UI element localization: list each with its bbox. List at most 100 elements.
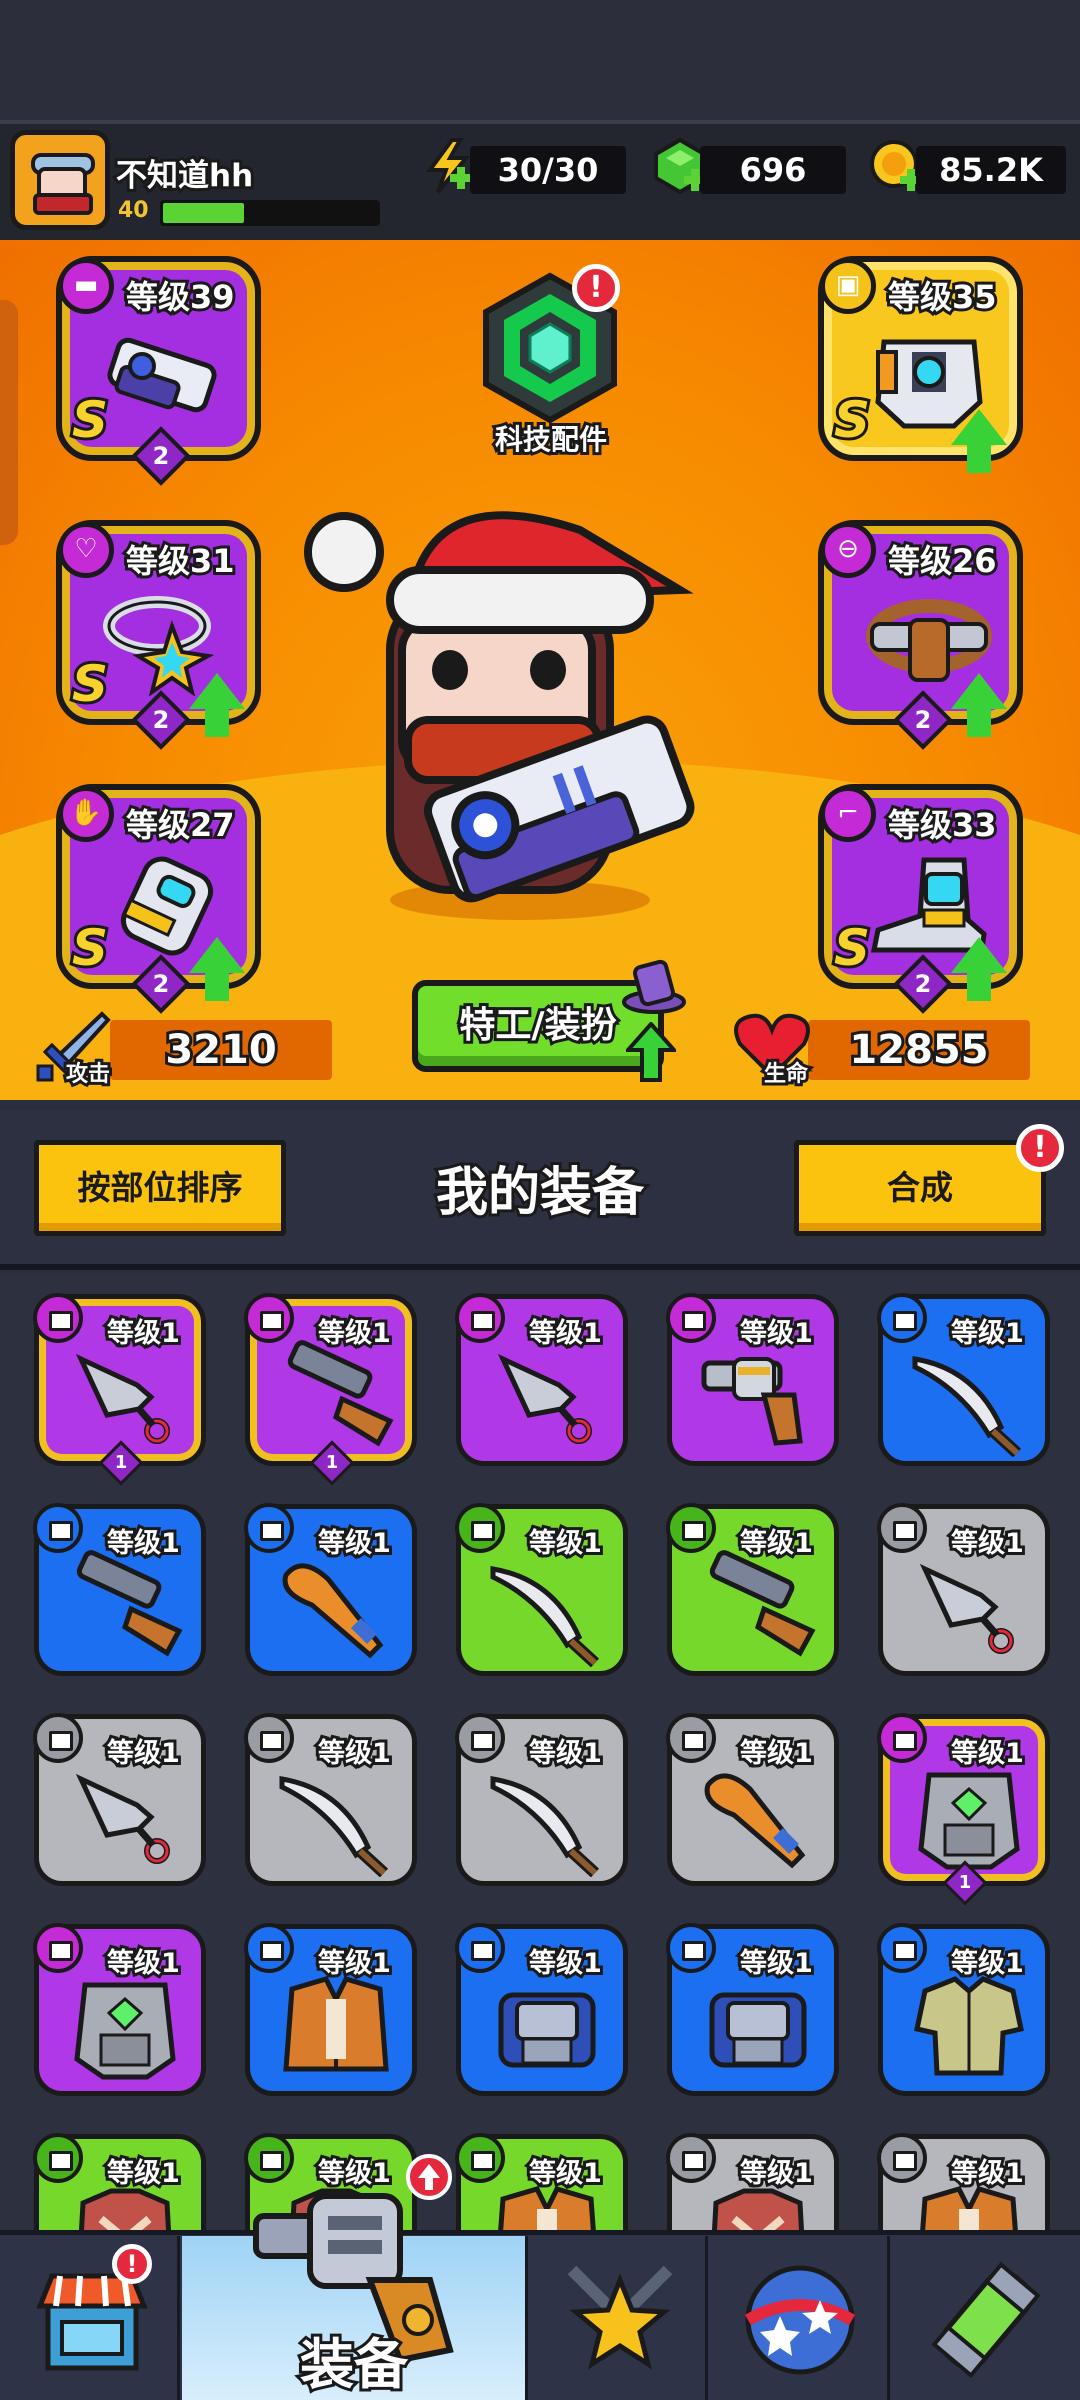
hero-character[interactable] — [290, 470, 730, 930]
machete-icon — [912, 1356, 1022, 1457]
slot-boots[interactable]: ⌐ 等级33 S 2 — [818, 784, 1023, 1014]
energy-value[interactable]: 30/30 — [470, 146, 626, 194]
item-category-icon — [244, 1293, 294, 1343]
merge-button[interactable]: 合成 — [794, 1140, 1046, 1236]
slot-level: 等级31 — [123, 539, 238, 583]
item-category-icon — [666, 2133, 716, 2183]
inventory-item[interactable]: 等级1 — [666, 1293, 839, 1466]
inventory-item[interactable]: 等级1 — [244, 1923, 417, 2096]
ball-icon — [745, 2265, 855, 2375]
inventory-item[interactable]: 等级1 — [244, 1503, 417, 1676]
item-star-count: 1 — [325, 1452, 339, 1473]
slot-level: 等级27 — [123, 803, 238, 847]
slot-glove[interactable]: ✋ 等级27 S 2 — [56, 784, 261, 1014]
item-star-count: 1 — [958, 1872, 972, 1893]
attack-value: 3210 — [110, 1020, 332, 1080]
shirt-icon — [914, 1976, 1024, 2076]
nav-shop[interactable] — [0, 2236, 180, 2400]
sort-by-slot-button[interactable]: 按部位排序 — [34, 1140, 286, 1236]
inventory-title: 我的装备 — [433, 1160, 647, 1226]
rank-letter: S — [69, 652, 111, 716]
tunic-icon — [78, 2188, 172, 2230]
item-category-icon — [666, 1293, 716, 1343]
slot-necklace[interactable]: ♡ 等级31 S 2 — [56, 520, 261, 750]
kunai-icon — [75, 1353, 170, 1444]
item-category-icon — [244, 1503, 294, 1553]
inventory-grid: 等级1 1 等级1 1 等级1 等级1 等级1 等级1 等级1 等级1 等级1 等级1 等级1 等级1 等级… — [0, 1276, 1080, 2230]
nav-lab[interactable] — [892, 2236, 1080, 2400]
inventory-item[interactable]: 等级1 — [666, 1923, 839, 2096]
inventory-item[interactable]: 等级1 — [33, 1923, 206, 2096]
item-category-icon — [33, 1923, 83, 1973]
boot-category-icon: ⌐ — [820, 786, 876, 842]
side-drawer-tab[interactable] — [0, 300, 18, 545]
coin-value[interactable]: 85.2K — [916, 146, 1066, 194]
nav-battle[interactable] — [528, 2236, 708, 2400]
item-category-icon — [877, 2133, 927, 2183]
inventory-item[interactable]: 等级1 — [33, 1713, 206, 1886]
inventory-item[interactable]: 等级1 — [455, 1503, 628, 1676]
inventory-item[interactable]: 等级1 — [455, 1923, 628, 2096]
rank-letter: S — [69, 388, 111, 452]
inventory-item[interactable]: 等级1 — [455, 1293, 628, 1466]
gun-icon — [107, 337, 217, 413]
inventory-item[interactable]: 等级1 — [33, 1503, 206, 1676]
player-avatar[interactable] — [10, 130, 110, 230]
inventory-item[interactable]: 等级1 1 — [877, 1713, 1050, 1906]
inventory-item[interactable]: 等级1 — [666, 1503, 839, 1676]
tunic-icon — [711, 2188, 805, 2230]
slot-armor[interactable]: ▣ 等级35 S — [818, 256, 1023, 473]
upgrade-arrow-icon — [951, 937, 1007, 1001]
item-category-icon — [666, 1503, 716, 1553]
inventory-item[interactable]: 等级1 — [244, 1713, 417, 1886]
item-category-icon — [877, 1713, 927, 1763]
player-name: 不知道hh — [113, 155, 256, 197]
item-star-count: 1 — [114, 1452, 128, 1473]
star-swords-icon — [567, 2265, 673, 2370]
star-count: 2 — [152, 442, 170, 470]
inventory-item[interactable]: 等级1 — [877, 1293, 1050, 1466]
nav-equipment-label: 装备 — [297, 2330, 411, 2399]
inventory-item[interactable]: 等级1 — [33, 2133, 206, 2230]
tech-parts-label: 科技配件 — [492, 420, 610, 459]
vest-icon — [918, 1772, 1020, 1870]
inventory-item[interactable]: 等级1 — [455, 2133, 628, 2230]
revolver-icon — [701, 1357, 803, 1446]
xp-bar — [160, 200, 380, 226]
shotgun-icon — [76, 1550, 183, 1657]
slot-level: 等级26 — [885, 539, 1000, 583]
item-category-icon — [244, 1923, 294, 1973]
merge-alert-badge: ! — [1016, 1124, 1064, 1172]
slot-level: 等级35 — [885, 275, 1000, 319]
kunai-icon — [75, 1773, 170, 1864]
slot-weapon[interactable]: ▬ 等级39 S 2 — [56, 256, 261, 486]
rank-letter: S — [69, 916, 111, 980]
slot-level: 等级33 — [885, 803, 1000, 847]
inventory-item[interactable]: 等级1 — [666, 2133, 839, 2230]
inventory-item[interactable]: 等级1 — [877, 2133, 1050, 2230]
hat-icon — [622, 959, 686, 1014]
slot-belt[interactable]: ⊖ 等级26 2 — [818, 520, 1023, 750]
slot-level: 等级39 — [123, 275, 238, 319]
inventory-item[interactable]: 等级1 — [877, 1503, 1050, 1676]
inventory-item[interactable]: 等级1 1 — [244, 1293, 417, 1486]
inventory-item[interactable]: 等级1 — [666, 1713, 839, 1886]
machete-icon — [490, 1776, 600, 1877]
star-count: 2 — [914, 706, 932, 734]
inventory-item[interactable]: 等级1 — [455, 1713, 628, 1886]
inventory-item[interactable]: 等级1 — [877, 1923, 1050, 2096]
nav-events[interactable] — [710, 2236, 890, 2400]
tech-alert-badge: ! — [572, 264, 620, 312]
item-category-icon — [666, 1713, 716, 1763]
upgrade-arrow-icon — [189, 937, 245, 1001]
gem-value[interactable]: 696 — [700, 146, 846, 194]
armor-category-icon: ▣ — [820, 258, 876, 314]
shotgun-icon — [709, 1550, 816, 1657]
armor-vest-icon — [709, 1992, 807, 2068]
bat-icon — [704, 1773, 806, 1869]
item-category-icon — [877, 1503, 927, 1553]
inventory-item[interactable]: 等级1 1 — [33, 1293, 206, 1486]
jacket-icon — [283, 1976, 389, 2072]
health-label: 生命 — [761, 1059, 811, 1090]
item-category-icon — [666, 1923, 716, 1973]
